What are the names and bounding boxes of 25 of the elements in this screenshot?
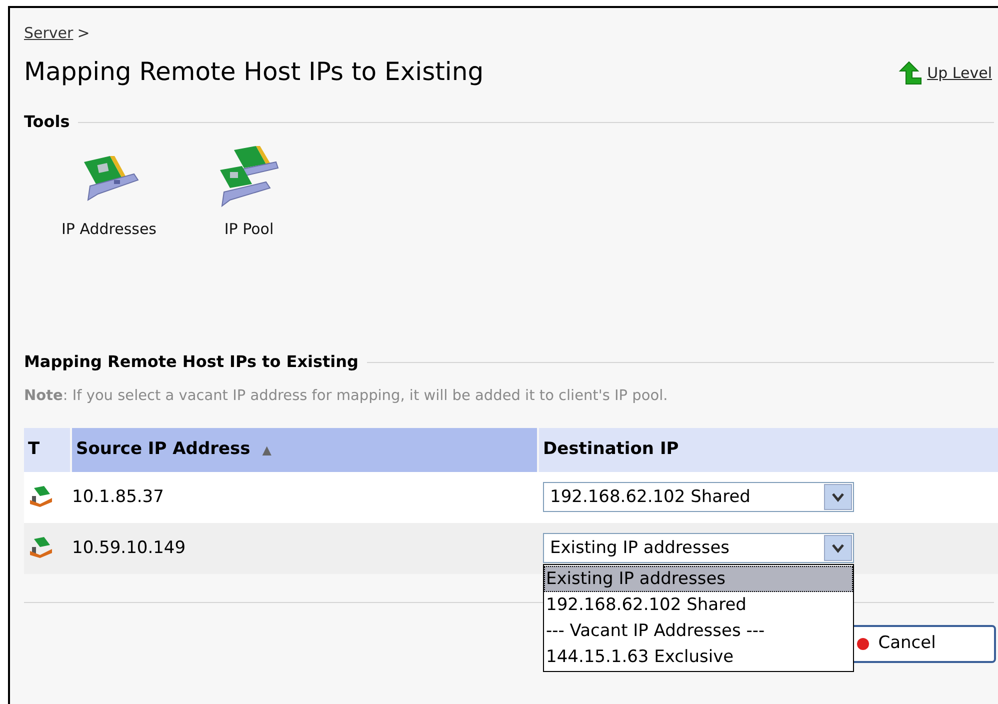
dropdown[interactable]: Existing IP addresses (543, 533, 854, 564)
breadcrumb-link[interactable]: Server (24, 22, 74, 44)
section-heading: Mapping Remote Host IPs to Existing (24, 351, 358, 373)
dropdown[interactable]: 192.168.62.102 Shared (543, 482, 854, 512)
chevron-down-icon (824, 535, 852, 562)
column-header[interactable]: T (24, 428, 70, 472)
column-header[interactable]: Destination IP (539, 428, 998, 472)
column-header[interactable]: Source IP Address ▲ (72, 428, 537, 472)
tool-label[interactable]: IP Addresses (61, 218, 157, 240)
host-icon (28, 537, 54, 560)
dropdown-option[interactable]: 192.168.62.102 Shared (544, 592, 853, 618)
table-cell-text: 10.1.85.37 (72, 486, 165, 508)
page-title: Mapping Remote Host IPs to Existing (24, 56, 484, 88)
host-icon (28, 486, 54, 508)
breadcrumb-separator: > (77, 23, 90, 44)
section-heading: Tools (24, 111, 70, 133)
note-text: Note: If you select a vacant IP address for mapping, it will be added it to client's IP pool. (24, 387, 669, 406)
chevron-down-icon (824, 484, 852, 510)
sort-arrow-icon: ▲ (262, 440, 272, 459)
up-level-link[interactable]: Up Level (927, 62, 992, 84)
cancel-icon (856, 636, 870, 651)
tool-label[interactable]: IP Pool (224, 218, 274, 240)
table-cell-text: 10.59.10.149 (72, 536, 187, 560)
dropdown-option[interactable]: Existing IP addresses (544, 566, 853, 592)
up-arrow-icon[interactable] (897, 60, 924, 86)
